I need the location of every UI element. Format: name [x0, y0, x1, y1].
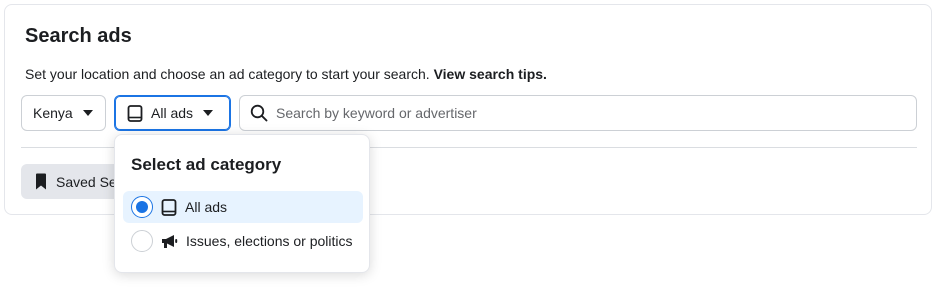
category-value: All ads	[151, 105, 194, 121]
option-label: Issues, elections or politics	[186, 233, 353, 249]
radio-selected-icon[interactable]	[131, 196, 153, 218]
search-icon	[250, 104, 268, 122]
country-value: Kenya	[33, 105, 73, 121]
dropdown-title: Select ad category	[131, 155, 282, 174]
view-search-tips-link[interactable]: View search tips.	[434, 66, 547, 82]
category-select[interactable]: All ads	[114, 95, 231, 131]
option-all-ads[interactable]: All ads	[123, 191, 363, 223]
subtitle-text: Set your location and choose an ad categ…	[25, 66, 434, 82]
option-label: All ads	[185, 199, 228, 215]
saved-searches-button[interactable]: Saved Se	[21, 164, 121, 199]
megaphone-icon	[161, 234, 178, 249]
country-select[interactable]: Kenya	[21, 95, 106, 131]
caret-down-icon	[82, 110, 93, 116]
option-issues-elections-politics[interactable]: Issues, elections or politics	[123, 225, 363, 257]
tablet-icon	[161, 198, 177, 216]
page-title: Search ads	[25, 25, 132, 47]
caret-down-icon	[203, 110, 214, 116]
bookmark-icon	[35, 173, 47, 190]
tablet-icon	[127, 104, 143, 122]
ad-category-dropdown: Select ad category All ads Issues, elect…	[114, 134, 370, 273]
saved-searches-label: Saved Se	[56, 173, 117, 190]
search-field[interactable]: Search by keyword or advertiser	[239, 95, 917, 131]
search-input[interactable]: Search by keyword or advertiser	[276, 105, 477, 121]
page-subtitle: Set your location and choose an ad categ…	[25, 66, 547, 82]
radio-unselected-icon[interactable]	[131, 230, 153, 252]
